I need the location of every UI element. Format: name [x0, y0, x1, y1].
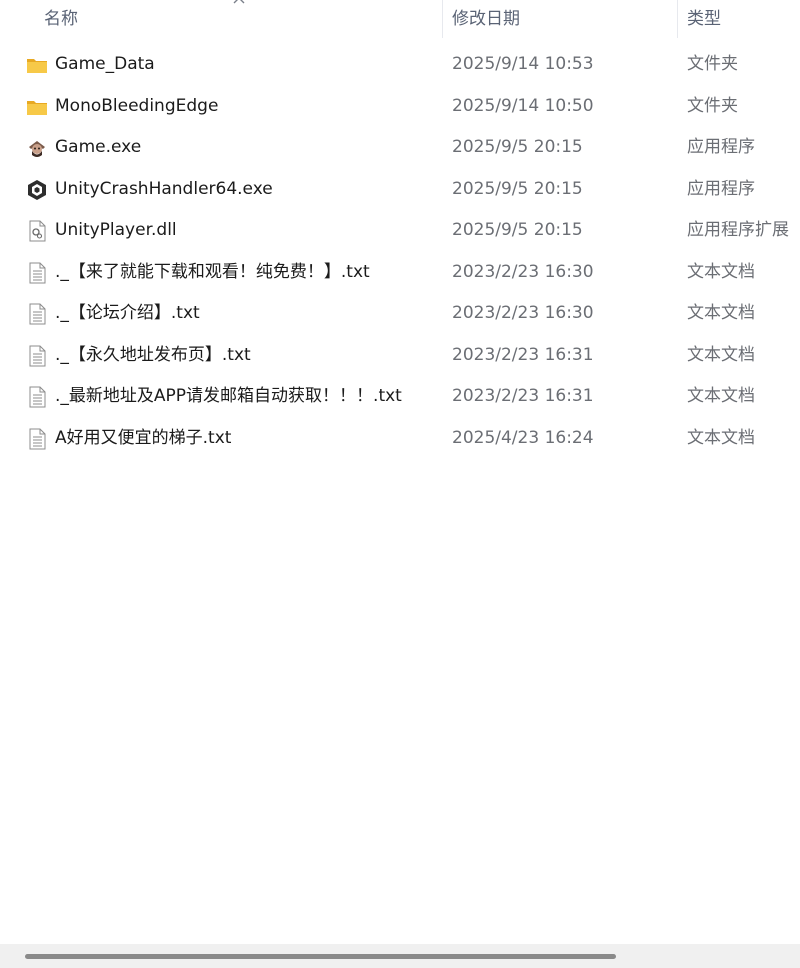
column-header-date[interactable]: 修改日期: [452, 0, 674, 40]
file-type: 文件夹: [687, 54, 738, 74]
file-date: 2023/2/23 16:31: [452, 344, 594, 365]
text-file-icon: [29, 345, 46, 366]
file-date: 2023/2/23 16:30: [452, 303, 594, 323]
file-date: 2023/2/23 16:30: [452, 261, 594, 282]
horizontal-scrollbar[interactable]: [0, 944, 800, 968]
file-row[interactable]: UnityPlayer.dll 2025/9/5 20:15 应用程序扩展: [0, 210, 800, 252]
sort-ascending-icon: [233, 0, 245, 4]
file-name: Game_Data: [55, 54, 155, 74]
file-list: Game_Data 2025/9/14 10:53 文件夹 MonoBleedi…: [0, 44, 800, 459]
file-date: 2025/9/5 20:15: [452, 178, 583, 199]
file-row[interactable]: MonoBleedingEdge 2025/9/14 10:50 文件夹: [0, 86, 800, 128]
file-type: 文本文档: [687, 303, 755, 323]
text-file-icon: [29, 262, 46, 283]
dll-file-icon: [29, 220, 46, 242]
text-file-icon: [29, 386, 46, 408]
file-type: 应用程序扩展: [687, 220, 789, 240]
column-header-bar: 名称 修改日期 类型: [0, 0, 800, 40]
file-name: ._【永久地址发布页】.txt: [55, 344, 251, 365]
file-row[interactable]: A好用又便宜的梯子.txt 2025/4/23 16:24 文本文档: [0, 418, 800, 460]
text-file-icon: [29, 303, 46, 325]
file-row[interactable]: Game.exe 2025/9/5 20:15 应用程序: [0, 127, 800, 169]
file-type: 文本文档: [687, 261, 755, 282]
file-row[interactable]: UnityCrashHandler64.exe 2025/9/5 20:15 应…: [0, 169, 800, 211]
file-date: 2025/9/14 10:50: [452, 95, 594, 116]
folder-icon: [27, 59, 47, 73]
file-row[interactable]: Game_Data 2025/9/14 10:53 文件夹: [0, 44, 800, 86]
file-type: 文本文档: [687, 427, 755, 448]
file-name: ._【来了就能下载和观看！纯免费！】.txt: [55, 261, 370, 282]
file-type: 文件夹: [687, 95, 738, 116]
file-name: A好用又便宜的梯子.txt: [55, 427, 232, 448]
game-app-icon: [29, 141, 45, 157]
file-date: 2025/9/14 10:53: [452, 54, 594, 74]
scrollbar-thumb[interactable]: [25, 954, 616, 959]
file-name: ._最新地址及APP请发邮箱自动获取！！！.txt: [55, 386, 402, 406]
file-row[interactable]: ._最新地址及APP请发邮箱自动获取！！！.txt 2023/2/23 16:3…: [0, 376, 800, 418]
file-name: UnityPlayer.dll: [55, 220, 177, 240]
file-row[interactable]: ._【来了就能下载和观看！纯免费！】.txt 2023/2/23 16:30 文…: [0, 252, 800, 294]
column-divider[interactable]: [677, 0, 678, 38]
column-divider[interactable]: [442, 0, 443, 38]
file-date: 2023/2/23 16:31: [452, 386, 594, 406]
file-type: 应用程序: [687, 178, 755, 199]
file-type: 应用程序: [687, 137, 755, 157]
file-name: MonoBleedingEdge: [55, 95, 219, 116]
column-header-name[interactable]: 名称: [44, 0, 440, 40]
file-row[interactable]: ._【永久地址发布页】.txt 2023/2/23 16:31 文本文档: [0, 335, 800, 377]
file-type: 文本文档: [687, 386, 755, 406]
text-file-icon: [29, 428, 46, 449]
file-row[interactable]: ._【论坛介绍】.txt 2023/2/23 16:30 文本文档: [0, 293, 800, 335]
file-date: 2025/4/23 16:24: [452, 427, 594, 448]
file-name: Game.exe: [55, 137, 142, 157]
file-type: 文本文档: [687, 344, 755, 365]
file-date: 2025/9/5 20:15: [452, 137, 583, 157]
file-name: UnityCrashHandler64.exe: [55, 178, 273, 199]
unity-app-icon: [28, 179, 46, 200]
file-name: ._【论坛介绍】.txt: [55, 303, 200, 323]
file-explorer-window: 名称 修改日期 类型 Game_Data 2025/9/14 10:53 文件夹…: [0, 0, 800, 968]
folder-icon: [27, 100, 47, 115]
column-header-type[interactable]: 类型: [687, 0, 800, 40]
file-date: 2025/9/5 20:15: [452, 220, 583, 240]
